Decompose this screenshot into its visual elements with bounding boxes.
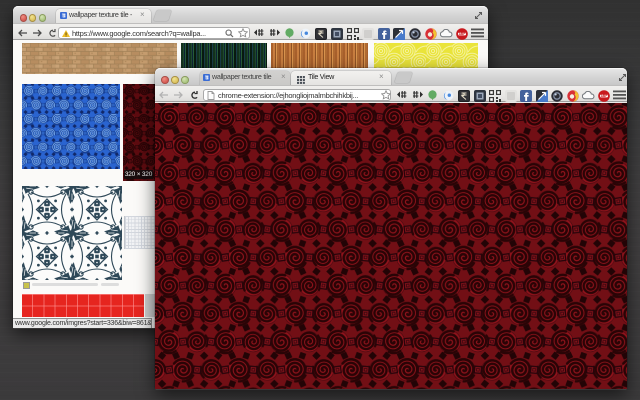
svg-text:ABP: ABP — [458, 32, 466, 36]
svg-text:ABP: ABP — [600, 94, 608, 98]
